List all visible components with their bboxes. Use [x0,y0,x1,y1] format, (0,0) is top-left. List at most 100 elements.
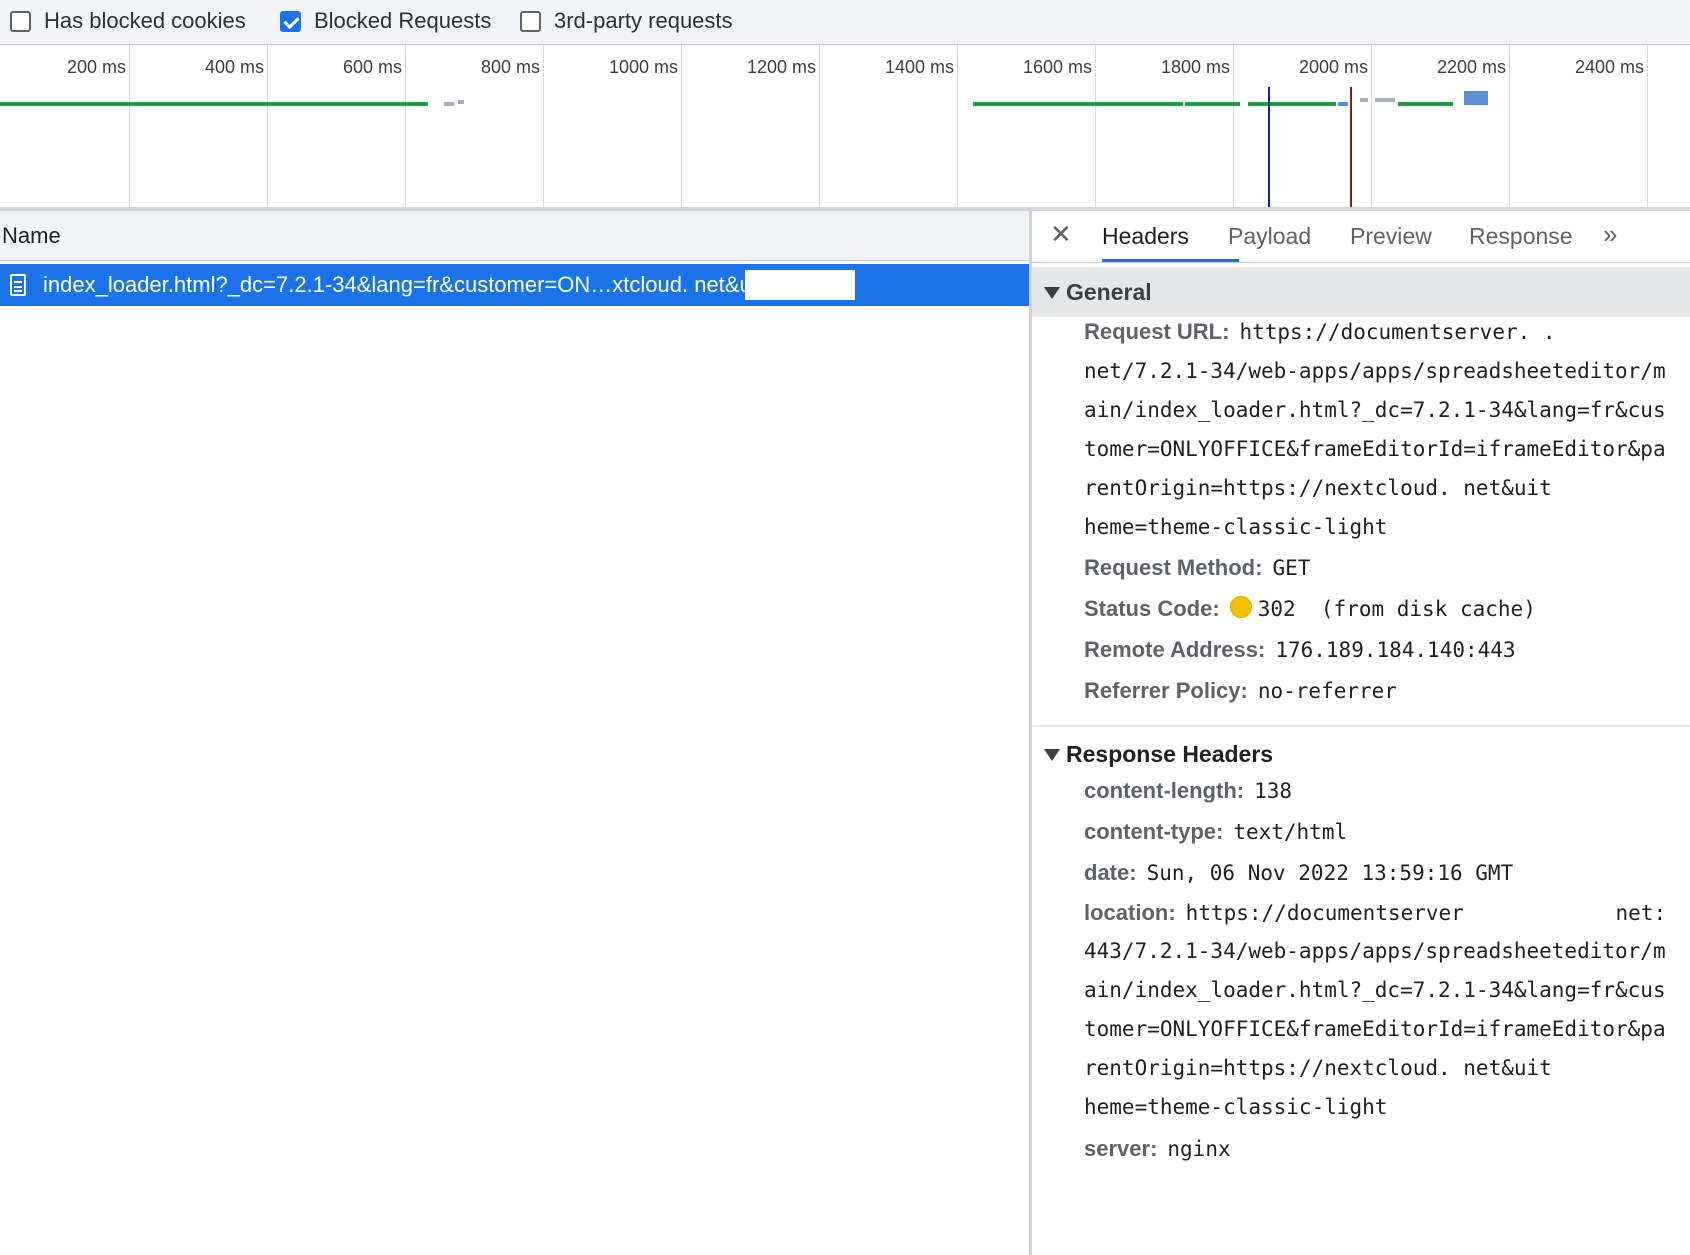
document-icon [10,274,26,296]
referrer-policy-value: no-referrer [1257,679,1397,703]
date-value: Sun, 06 Nov 2022 13:59:16 GMT [1146,861,1514,885]
location-row: location: https://documentserver net: [1084,900,1666,926]
general-section-title: General [1066,279,1152,305]
request-list: Name index_loader.html?_dc=7.2.1-34&lang… [0,211,1032,1255]
request-url-line: rentOrigin=https://nextcloud. net&uit [1084,476,1552,500]
tick-label: 2000 ms [1298,57,1368,77]
has-blocked-cookies-checkbox[interactable]: Has blocked cookies [10,8,246,34]
tab-headers[interactable]: Headers [1102,223,1189,250]
date-row: date: Sun, 06 Nov 2022 13:59:16 GMT [1084,860,1513,886]
request-bar [0,102,428,106]
load-event-marker [1350,87,1352,207]
request-bar [1398,102,1453,106]
request-row-selected[interactable]: index_loader.html?_dc=7.2.1-34&lang=fr&c… [0,264,1029,306]
tick-label: 600 ms [342,57,402,77]
tick-label: 1600 ms [1022,57,1092,77]
tick-label: 1200 ms [746,57,816,77]
has-blocked-cookies-label: Has blocked cookies [44,8,246,33]
remote-address-key: Remote Address: [1084,637,1266,662]
tick-label: 2400 ms [1574,57,1644,77]
grid-line [543,45,544,207]
tab-payload[interactable]: Payload [1228,223,1311,250]
server-row: server: nginx [1084,1136,1231,1162]
request-bar [1464,91,1488,105]
response-headers-section-header[interactable]: Response Headers [1032,729,1690,779]
chevron-double-right-icon[interactable]: » [1603,219,1617,250]
third-party-requests-checkbox[interactable]: 3rd-party requests [520,8,733,34]
grid-line [1095,45,1096,207]
tick-label: 800 ms [480,57,540,77]
name-column-label: Name [2,223,61,248]
location-key: location: [1084,900,1176,925]
remote-address-value: 176.189.184.140:443 [1275,638,1516,662]
third-party-requests-label: 3rd-party requests [554,8,733,33]
grid-line [1647,45,1648,207]
request-method-value: GET [1272,556,1311,580]
tick-label: 2200 ms [1436,57,1506,77]
status-code-row: Status Code: 302 (from disk cache) [1084,596,1536,622]
blocked-requests-label: Blocked Requests [314,8,492,33]
tick-label: 1000 ms [608,57,678,77]
filter-bar: Has blocked cookies Blocked Requests 3rd… [0,0,1690,45]
checkbox-icon[interactable] [10,10,31,32]
network-overview-timeline[interactable]: 200 ms 400 ms 600 ms 800 ms 1000 ms 1200… [0,45,1690,207]
request-bar [1185,102,1240,106]
content-length-value: 138 [1254,779,1293,803]
referrer-policy-key: Referrer Policy: [1084,678,1248,703]
tick-label: 1400 ms [884,57,954,77]
grid-line [405,45,406,207]
status-code-key: Status Code: [1084,596,1220,621]
response-headers-section-title: Response Headers [1066,741,1274,767]
request-bar [1248,102,1336,106]
content-type-row: content-type: text/html [1084,819,1347,845]
location-line: tomer=ONLYOFFICE&frameEditorId=iframeEdi… [1084,1017,1666,1041]
request-bar [973,102,1183,106]
triangle-down-icon [1044,749,1060,761]
request-bar [1360,98,1368,102]
active-tab-indicator [1102,259,1239,262]
grid-line [129,45,130,207]
location-line: rentOrigin=https://nextcloud. net&uit [1084,1056,1552,1080]
content-type-value: text/html [1233,820,1348,844]
date-key: date: [1084,860,1137,885]
blocked-requests-checkbox[interactable]: Blocked Requests [280,8,491,34]
details-tabbar: ✕ Headers Payload Preview Response » [1032,211,1690,263]
request-bar [444,102,454,106]
triangle-down-icon [1044,287,1060,299]
content-length-key: content-length: [1084,778,1245,803]
content-length-row: content-length: 138 [1084,778,1292,804]
location-line: ain/index_loader.html?_dc=7.2.1-34&lang=… [1084,978,1666,1002]
referrer-policy-row: Referrer Policy: no-referrer [1084,678,1397,704]
content-type-key: content-type: [1084,819,1224,844]
request-bar [1338,102,1348,106]
location-line: heme=theme-classic-light [1084,1095,1388,1119]
name-column-header[interactable]: Name [0,211,1029,261]
request-url-row: Request URL: https://documentserver. . [1084,319,1556,345]
request-bar [1375,98,1395,102]
status-dot-icon [1229,596,1252,618]
request-url-value: https://documentserver. . [1239,320,1556,344]
request-url-line: ain/index_loader.html?_dc=7.2.1-34&lang=… [1084,398,1666,422]
close-icon[interactable]: ✕ [1050,219,1072,250]
request-method-row: Request Method: GET [1084,555,1310,581]
request-url-line: heme=theme-classic-light [1084,515,1388,539]
dom-content-loaded-marker [1268,87,1270,207]
tab-preview[interactable]: Preview [1350,223,1432,250]
tick-label: 400 ms [204,57,264,77]
tab-response[interactable]: Response [1469,223,1573,250]
grid-line [681,45,682,207]
checkbox-checked-icon[interactable] [280,10,301,32]
grid-line [1509,45,1510,207]
request-name: index_loader.html?_dc=7.2.1-34&lang=fr&c… [43,272,840,297]
request-bar [458,100,464,104]
grid-line [957,45,958,207]
checkbox-icon[interactable] [520,10,541,32]
request-details-panel: ✕ Headers Payload Preview Response » Gen… [1032,211,1690,1255]
grid-line [1233,45,1234,207]
remote-address-row: Remote Address: 176.189.184.140:443 [1084,637,1516,663]
status-code-value: 302 (from disk cache) [1257,597,1536,621]
section-divider [1032,725,1690,727]
general-section-header[interactable]: General [1032,267,1690,317]
redaction-mark [745,270,855,300]
grid-line [819,45,820,207]
